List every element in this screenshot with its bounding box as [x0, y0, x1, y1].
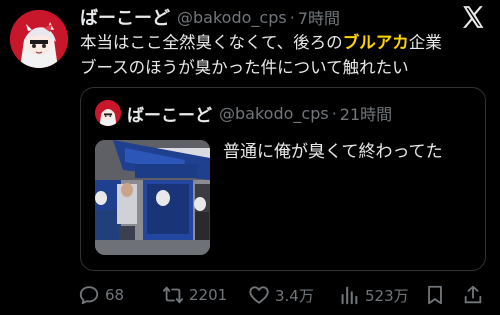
- quoted-tweet[interactable]: ばーこーど @bakodo_cps · 21時間 普通に俺が臭くて終わってた: [80, 87, 486, 271]
- retweet-count: 2201: [189, 286, 228, 304]
- share-button[interactable]: [462, 282, 484, 308]
- bookmark-button[interactable]: [424, 282, 446, 308]
- user-handle[interactable]: @bakodo_cps: [177, 8, 287, 27]
- retweet-icon: [162, 286, 184, 304]
- share-icon: [464, 285, 482, 304]
- reply-button[interactable]: 68: [78, 282, 124, 308]
- like-button[interactable]: 3.4万: [248, 282, 314, 308]
- like-count: 3.4万: [275, 286, 314, 305]
- views-button[interactable]: 523万: [338, 282, 409, 308]
- quote-header: ばーこーど @bakodo_cps · 21時間: [127, 100, 392, 126]
- views-icon: [341, 286, 358, 305]
- x-logo-icon: [460, 4, 486, 30]
- heart-icon: [249, 286, 269, 304]
- tweet-text-part: 本当はここ全然臭くなくて、後ろの: [80, 33, 343, 52]
- quote-text: 普通に俺が臭くて終わってた: [223, 142, 443, 162]
- tweet-header: ばーこーど @bakodo_cps · 7時間: [80, 4, 340, 30]
- quote-avatar: [95, 100, 121, 126]
- tweet: ばーこーど @bakodo_cps · 7時間 本当はここ全然臭くなくて、後ろの…: [0, 0, 500, 315]
- quote-display-name: ばーこーど: [127, 105, 212, 126]
- view-count: 523万: [365, 286, 409, 305]
- avatar[interactable]: [10, 10, 68, 68]
- separator-dot: ·: [289, 7, 295, 27]
- quote-photo[interactable]: [95, 140, 210, 255]
- tweet-text-part: 企業: [408, 33, 442, 52]
- reply-icon: [79, 286, 99, 305]
- quote-timestamp: 21時間: [339, 105, 393, 124]
- quote-separator-dot: ·: [331, 103, 337, 123]
- bookmark-icon: [428, 285, 442, 305]
- display-name[interactable]: ばーこーど: [80, 4, 170, 30]
- quote-user-handle: @bakodo_cps: [219, 103, 329, 123]
- tweet-timestamp[interactable]: 7時間: [298, 5, 340, 29]
- highlighted-keyword: ブルアカ: [342, 33, 409, 52]
- avatar-image: [10, 10, 68, 68]
- reply-count: 68: [105, 286, 125, 304]
- tweet-text-line-1: 本当はここ全然臭くなくて、後ろのブルアカ企業: [80, 30, 490, 55]
- action-bar: 68 2201 3.4万 523万: [78, 282, 490, 308]
- tweet-text-line-2: ブースのほうが臭かった件について触れたい: [80, 58, 409, 77]
- retweet-button[interactable]: 2201: [162, 282, 227, 308]
- tweet-text: 本当はここ全然臭くなくて、後ろのブルアカ企業 ブースのほうが臭かった件について触…: [80, 30, 490, 80]
